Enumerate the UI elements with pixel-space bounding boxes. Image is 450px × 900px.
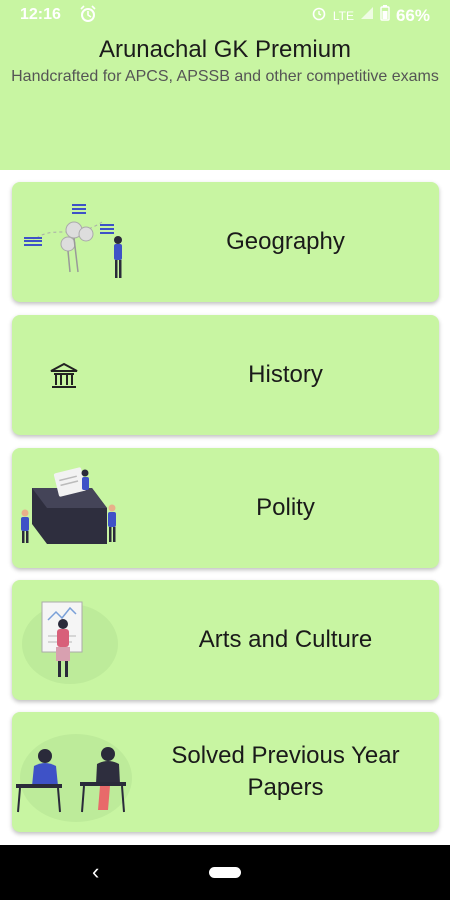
geography-illustration: [12, 182, 142, 302]
category-label: History: [248, 361, 323, 388]
status-time: 12:16: [20, 6, 61, 23]
museum-icon: [12, 315, 142, 435]
category-card-arts-and-culture[interactable]: Arts and Culture: [12, 580, 439, 700]
battery-percent: 66%: [395, 5, 430, 25]
art-gallery-illustration: [12, 580, 142, 700]
page-subtitle: Handcrafted for APCS, APSSB and other co…: [11, 68, 439, 85]
status-bar: 12:16 LTE 66%: [0, 0, 450, 30]
home-pill[interactable]: [209, 867, 241, 878]
alarm-clock-icon: [311, 5, 327, 26]
category-label: Geography: [226, 228, 345, 255]
category-card-previous-year-papers[interactable]: Solved Previous Year Papers: [12, 712, 439, 832]
students-studying-illustration: [12, 712, 142, 832]
alarm-icon: [79, 5, 97, 28]
back-icon[interactable]: ‹: [92, 859, 99, 885]
navigation-bar: ‹: [0, 845, 450, 900]
category-label: Arts and Culture: [198, 626, 373, 653]
category-label: Solved Previous Year Papers: [171, 742, 400, 801]
category-card-polity[interactable]: Polity: [12, 448, 439, 568]
signal-icon: [360, 6, 374, 25]
header-wave: [0, 120, 450, 160]
page-title: Arunachal GK Premium: [98, 36, 352, 63]
network-label: LTE: [332, 8, 354, 23]
status-indicators: LTE 66%: [311, 5, 430, 26]
battery-icon: [380, 5, 390, 26]
category-card-history[interactable]: History: [12, 315, 439, 435]
category-label: Polity: [256, 494, 315, 521]
ballot-box-illustration: [12, 448, 142, 568]
category-card-geography[interactable]: Geography: [12, 182, 439, 302]
